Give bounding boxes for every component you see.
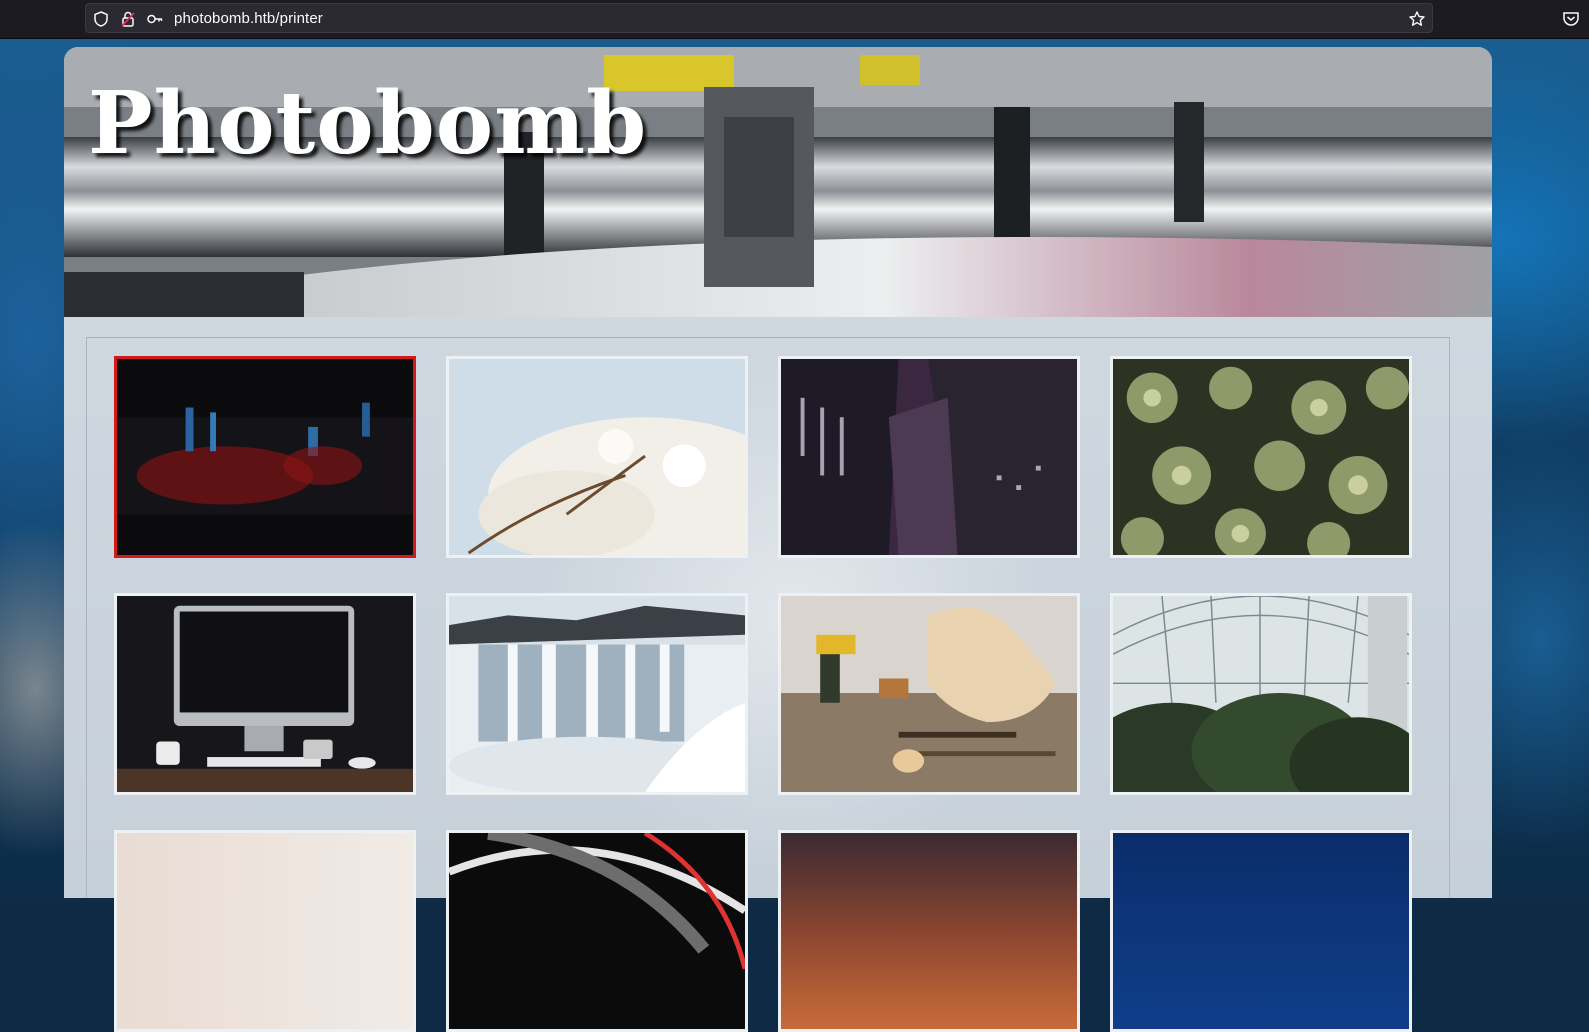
shield-icon[interactable]: [92, 10, 110, 28]
gallery-thumbnail-purple-skyscrapers-looking-up[interactable]: [778, 356, 1080, 558]
gallery-thumbnail-deep-blue[interactable]: [1110, 830, 1412, 1032]
browser-toolbar: photobomb.htb/printer: [0, 0, 1589, 39]
green-succulent-plants-image: [1113, 359, 1409, 555]
gallery-thumbnail-white-magnolia-blossoms[interactable]: [446, 356, 748, 558]
glass-greenhouse-with-palms-image: [1113, 596, 1409, 792]
url-text[interactable]: photobomb.htb/printer: [174, 10, 323, 27]
gallery-thumbnail-dark-red-blue-lights[interactable]: [114, 356, 416, 558]
sunset-sky-image: [781, 833, 1077, 1029]
gallery-thumbnail-glass-greenhouse-with-palms[interactable]: [1110, 593, 1412, 795]
bookmark-star-icon[interactable]: [1408, 10, 1426, 28]
gallery-thumbnail-sunset-sky[interactable]: [778, 830, 1080, 1032]
banner-printing-press-image: Photobomb: [64, 47, 1492, 317]
dark-red-blue-lights-image: [117, 359, 413, 555]
white-magnolia-blossoms-image: [449, 359, 745, 555]
gallery-thumbnail-green-succulent-plants[interactable]: [1110, 356, 1412, 558]
frozen-waterfall-image: [449, 596, 745, 792]
deep-blue-image: [1113, 833, 1409, 1029]
address-bar[interactable]: photobomb.htb/printer: [85, 3, 1433, 33]
gallery-thumbnail-desktop-computer-on-desk[interactable]: [114, 593, 416, 795]
gallery-thumbnail-frozen-waterfall[interactable]: [446, 593, 748, 795]
site-title: Photobomb: [88, 73, 648, 174]
gallery-thumbnail-pale-gradient[interactable]: [114, 830, 416, 1032]
purple-skyscrapers-looking-up-image: [781, 359, 1077, 555]
black-car-curve-image: [449, 833, 745, 1029]
gallery-thumbnail-black-car-curve[interactable]: [446, 830, 748, 1032]
pale-gradient-image: [117, 833, 413, 1029]
lock-warning-icon[interactable]: [119, 10, 137, 28]
pocket-icon[interactable]: [1561, 9, 1581, 29]
desktop-computer-on-desk-image: [117, 596, 413, 792]
gallery-thumbnail-woodworking-workshop-guitar-body[interactable]: [778, 593, 1080, 795]
woodworking-workshop-guitar-body-image: [781, 596, 1077, 792]
key-icon[interactable]: [146, 10, 164, 28]
